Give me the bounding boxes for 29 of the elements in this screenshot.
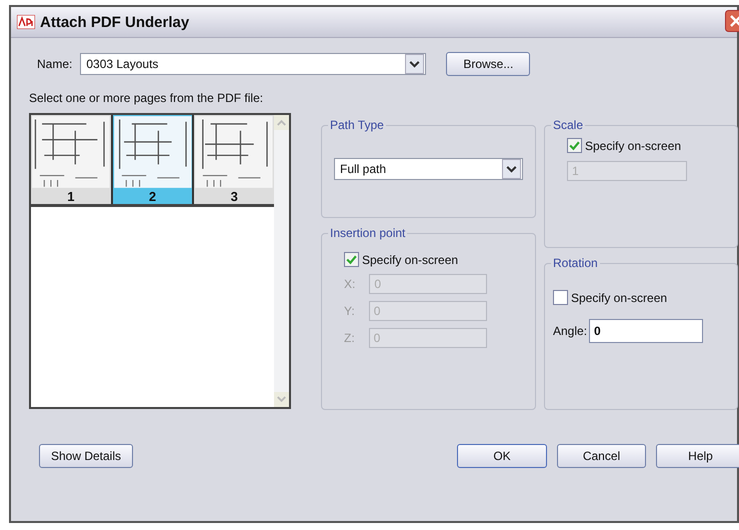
group-title: Path Type (329, 118, 385, 132)
page-item[interactable]: 3 (194, 115, 274, 204)
group-title: Rotation (552, 256, 599, 270)
name-label: Name: (37, 57, 72, 71)
angle-label: Angle: (553, 324, 588, 338)
pages-label: Select one or more pages from the PDF file: (29, 91, 264, 105)
name-dropdown[interactable]: 0303 Layouts (80, 53, 426, 75)
browse-button[interactable]: Browse... (446, 52, 530, 76)
show-details-button[interactable]: Show Details (39, 444, 133, 468)
app-icon (17, 15, 35, 29)
checkbox-label: Specify on-screen (362, 252, 458, 266)
coordinate-label: Y: (344, 304, 355, 318)
group-title: Insertion point (329, 226, 406, 240)
page-item[interactable]: 2 (112, 115, 194, 204)
coordinate-label: X: (344, 277, 356, 291)
checkbox[interactable] (553, 290, 568, 305)
angle-field[interactable]: 0 (589, 319, 704, 343)
checkbox[interactable] (567, 138, 582, 153)
help-button[interactable]: Help (656, 444, 739, 468)
path-type-dropdown[interactable]: Full path (334, 158, 523, 180)
ok-button[interactable]: OK (457, 444, 547, 468)
checkbox[interactable] (344, 252, 359, 267)
checkbox-label: Specify on-screen (585, 138, 682, 152)
checkbox-label: Specify on-screen (571, 290, 668, 304)
window-title: Attach PDF Underlay (40, 14, 190, 30)
group-title: Scale (552, 118, 584, 132)
coordinate-label: Z: (344, 331, 355, 345)
page-item[interactable]: 1 (31, 115, 113, 204)
cancel-button[interactable]: Cancel (557, 444, 646, 468)
